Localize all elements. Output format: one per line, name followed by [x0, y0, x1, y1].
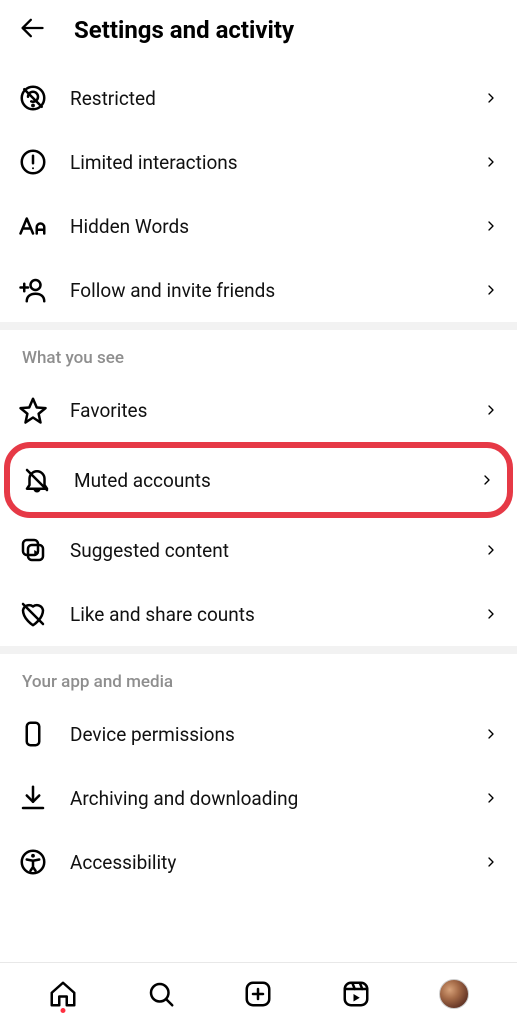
- nav-create[interactable]: [243, 979, 273, 1009]
- row-label: Accessibility: [70, 851, 461, 874]
- row-label: Favorites: [70, 399, 461, 422]
- row-label: Like and share counts: [70, 603, 461, 626]
- chevron-right-icon: [483, 542, 499, 558]
- row-favorites[interactable]: Favorites: [0, 378, 517, 442]
- nav-reels[interactable]: [341, 979, 371, 1009]
- chevron-right-icon: [483, 854, 499, 870]
- settings-list-section: Device permissions Archiving and downloa…: [0, 702, 517, 894]
- highlight-annotation: Muted accounts: [4, 442, 513, 518]
- search-icon: [146, 979, 176, 1009]
- person-add-icon: [18, 275, 48, 305]
- page-title: Settings and activity: [74, 16, 294, 44]
- page-header: Settings and activity: [0, 0, 517, 66]
- exclamation-circle-icon: [18, 147, 48, 177]
- row-hidden-words[interactable]: Hidden Words: [0, 194, 517, 258]
- row-label: Muted accounts: [74, 469, 457, 492]
- nav-search[interactable]: [146, 979, 176, 1009]
- row-like-share-counts[interactable]: Like and share counts: [0, 582, 517, 646]
- settings-list-section: Favorites Muted accounts Suggested conte…: [0, 378, 517, 646]
- row-accessibility[interactable]: Accessibility: [0, 830, 517, 894]
- row-limited-interactions[interactable]: Limited interactions: [0, 130, 517, 194]
- reels-icon: [341, 979, 371, 1009]
- section-divider: [0, 322, 517, 330]
- row-follow-invite[interactable]: Follow and invite friends: [0, 258, 517, 322]
- row-label: Suggested content: [70, 539, 461, 562]
- text-aa-icon: [18, 211, 48, 241]
- row-muted-accounts[interactable]: Muted accounts: [10, 448, 507, 512]
- avatar-icon: [439, 979, 469, 1009]
- chevron-right-icon: [483, 154, 499, 170]
- section-header-what-you-see: What you see: [0, 330, 517, 378]
- chevron-right-icon: [483, 218, 499, 234]
- device-icon: [18, 719, 48, 749]
- notification-dot: [60, 1008, 65, 1013]
- row-device-permissions[interactable]: Device permissions: [0, 702, 517, 766]
- row-label: Restricted: [70, 87, 461, 110]
- row-label: Device permissions: [70, 723, 461, 746]
- chevron-right-icon: [483, 606, 499, 622]
- stacked-media-icon: [18, 535, 48, 565]
- bottom-navigation: [0, 962, 517, 1024]
- home-icon: [48, 979, 78, 1009]
- row-archiving-downloading[interactable]: Archiving and downloading: [0, 766, 517, 830]
- nav-home[interactable]: [48, 979, 78, 1009]
- row-restricted[interactable]: Restricted: [0, 66, 517, 130]
- row-label: Archiving and downloading: [70, 787, 461, 810]
- star-icon: [18, 395, 48, 425]
- nav-profile[interactable]: [439, 979, 469, 1009]
- chevron-right-icon: [483, 790, 499, 806]
- chevron-right-icon: [483, 726, 499, 742]
- chevron-right-icon: [483, 282, 499, 298]
- section-header-app-media: Your app and media: [0, 654, 517, 702]
- row-suggested-content[interactable]: Suggested content: [0, 518, 517, 582]
- arrow-left-icon: [18, 14, 46, 42]
- section-divider: [0, 646, 517, 654]
- plus-square-icon: [243, 979, 273, 1009]
- heart-off-icon: [18, 599, 48, 629]
- chevron-right-icon: [479, 472, 495, 488]
- row-label: Limited interactions: [70, 151, 461, 174]
- chevron-right-icon: [483, 90, 499, 106]
- bell-off-icon: [22, 465, 52, 495]
- restricted-icon: [18, 83, 48, 113]
- row-label: Follow and invite friends: [70, 279, 461, 302]
- accessibility-icon: [18, 847, 48, 877]
- back-button[interactable]: [18, 14, 46, 46]
- settings-list-section: Restricted Limited interactions Hidden W…: [0, 66, 517, 322]
- chevron-right-icon: [483, 402, 499, 418]
- download-icon: [18, 783, 48, 813]
- row-label: Hidden Words: [70, 215, 461, 238]
